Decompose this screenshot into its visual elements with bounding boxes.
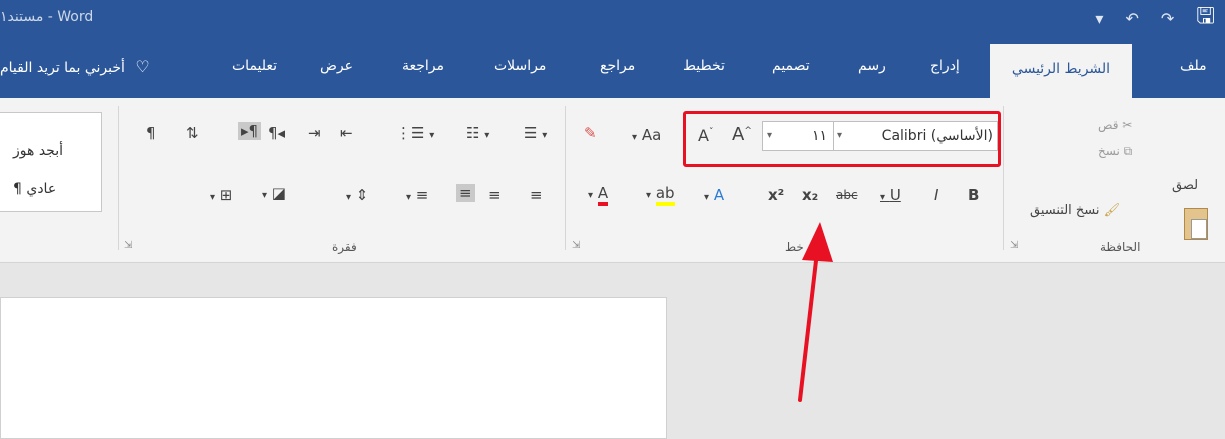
highlight-box xyxy=(683,111,1001,167)
tab-view[interactable]: عرض xyxy=(320,58,353,74)
highlighter-icon: ab xyxy=(655,184,675,206)
paste-icon[interactable] xyxy=(1184,208,1208,240)
tab-draw[interactable]: رسم xyxy=(858,58,886,74)
styles-gallery[interactable]: أبجد هوز ¶ عادي xyxy=(0,112,102,212)
center-button[interactable]: ≡ xyxy=(488,186,501,204)
tab-home[interactable]: الشريط الرئيسي xyxy=(990,44,1132,98)
bold-button[interactable]: B xyxy=(968,186,979,204)
document-page[interactable] xyxy=(0,297,667,439)
chevron-down-icon: ▾ xyxy=(346,192,352,203)
decrease-indent-button[interactable]: ⇤ xyxy=(340,124,353,142)
change-case-button[interactable]: ▾ Aa xyxy=(632,126,661,144)
arrow-shaft xyxy=(798,250,819,402)
bullets-button[interactable]: ☰ ▾ xyxy=(524,124,547,142)
paragraph-group-label: فقرة xyxy=(332,240,357,254)
scissors-icon: ✂ xyxy=(1122,118,1133,132)
format-painter-button[interactable]: نسخ التنسيق 🖌 xyxy=(1030,203,1120,218)
format-painter-label: نسخ التنسيق xyxy=(1030,203,1100,218)
copy-icon: ⧉ xyxy=(1123,144,1133,158)
chevron-down-icon: ▾ xyxy=(210,192,216,203)
font-color-button[interactable]: ▾ A xyxy=(588,184,609,206)
tab-file[interactable]: ملف xyxy=(1180,58,1207,74)
change-case-label: Aa xyxy=(641,126,662,144)
clipboard-group-label: الحافظة xyxy=(1100,240,1141,254)
italic-button[interactable]: I xyxy=(934,186,938,204)
align-right-button[interactable]: ≡ xyxy=(530,186,543,204)
text-effects-icon: A xyxy=(713,186,725,204)
borders-button[interactable]: ▾ ⊞ xyxy=(210,186,232,204)
shading-button[interactable]: ▾ ◪ xyxy=(262,184,286,202)
increase-indent-button[interactable]: ⇥ xyxy=(308,124,321,142)
justify-button[interactable]: ▾ ≡ xyxy=(406,186,428,204)
tell-me-label: أخبرني بما تريد القيام xyxy=(0,60,125,76)
brush-icon: 🖌 xyxy=(1103,203,1121,218)
rtl-button[interactable]: ¶◂ xyxy=(268,124,285,142)
window-title: مستند١ - Word xyxy=(0,9,94,25)
highlight-button[interactable]: ▾ ab xyxy=(646,184,675,206)
title-bar: مستند١ - Word ▾ ↶ ↷ 🖫 xyxy=(0,0,1225,36)
text-effects-button[interactable]: ▾ A xyxy=(704,186,724,204)
chevron-down-icon: ▾ xyxy=(542,130,548,141)
copy-button[interactable]: نسخ ⧉ xyxy=(1098,144,1132,159)
tab-design[interactable]: تصميم xyxy=(772,58,810,74)
multilevel-list-button[interactable]: ⋮☰ ▾ xyxy=(396,124,434,142)
paragraph-launcher-icon[interactable]: ⇲ xyxy=(124,240,132,251)
chevron-down-icon: ▾ xyxy=(429,130,435,141)
undo-icon[interactable]: ↶ xyxy=(1125,9,1138,28)
chevron-down-icon: ▾ xyxy=(880,192,886,203)
style-item[interactable]: أبجد هوز xyxy=(13,143,63,159)
cut-label: قص xyxy=(1098,118,1119,132)
show-marks-button[interactable]: ¶ xyxy=(146,124,156,142)
line-spacing-button[interactable]: ▾ ⇕ xyxy=(346,186,368,204)
customize-qat-icon[interactable]: ▾ xyxy=(1095,9,1103,28)
sort-button[interactable]: ⇅ xyxy=(186,124,199,142)
copy-label: نسخ xyxy=(1098,144,1120,158)
paste-button[interactable]: لصق xyxy=(1172,178,1198,193)
cut-button[interactable]: قص ✂ xyxy=(1098,118,1132,132)
numbering-button[interactable]: ☷ ▾ xyxy=(466,124,489,142)
font-color-icon: A xyxy=(597,184,609,206)
style-item-normal[interactable]: ¶ عادي xyxy=(13,181,56,197)
chevron-down-icon: ▾ xyxy=(588,190,594,201)
ribbon-home: لصق قص ✂ نسخ ⧉ نسخ التنسيق 🖌 الحافظة ⇲ ▾… xyxy=(0,98,1225,263)
chevron-down-icon: ▾ xyxy=(704,192,710,203)
chevron-down-icon: ▾ xyxy=(646,190,652,201)
chevron-down-icon: ▾ xyxy=(262,190,268,201)
tell-me-box[interactable]: أخبرني بما تريد القيام ♡ xyxy=(0,57,150,76)
align-left-button[interactable]: ≡ xyxy=(456,184,475,202)
underline-label: U xyxy=(889,186,901,204)
underline-button[interactable]: ▾ U xyxy=(880,186,901,204)
clear-formatting-icon[interactable]: ✎ xyxy=(584,124,597,142)
lightbulb-icon: ♡ xyxy=(135,57,150,76)
arrow-head xyxy=(802,222,833,262)
chevron-down-icon: ▾ xyxy=(484,130,490,141)
quick-access-toolbar: ▾ ↶ ↷ 🖫 xyxy=(1073,4,1225,32)
redo-icon[interactable]: ↷ xyxy=(1161,9,1174,28)
tab-review[interactable]: مراجعة xyxy=(402,58,444,74)
save-icon[interactable]: 🖫 xyxy=(1196,0,1215,37)
ltr-button[interactable]: ▸¶ xyxy=(238,122,262,140)
tab-references[interactable]: مراجع xyxy=(600,58,635,74)
group-separator xyxy=(565,106,566,250)
clipboard-launcher-icon[interactable]: ⇲ xyxy=(1010,240,1018,251)
tab-help[interactable]: تعليمات xyxy=(232,58,277,74)
group-separator xyxy=(1003,106,1004,250)
chevron-down-icon: ▾ xyxy=(406,192,412,203)
tab-insert[interactable]: إدراج xyxy=(930,58,960,74)
tab-mailings[interactable]: مراسلات xyxy=(494,58,546,74)
document-area[interactable] xyxy=(0,263,1225,439)
ribbon-tabs: أخبرني بما تريد القيام ♡ ملف الشريط الرئ… xyxy=(0,36,1225,98)
group-separator xyxy=(118,106,119,250)
annotation-arrow xyxy=(798,222,833,402)
font-launcher-icon[interactable]: ⇲ xyxy=(572,240,580,251)
tab-layout[interactable]: تخطيط xyxy=(683,58,725,74)
chevron-down-icon: ▾ xyxy=(632,132,638,143)
